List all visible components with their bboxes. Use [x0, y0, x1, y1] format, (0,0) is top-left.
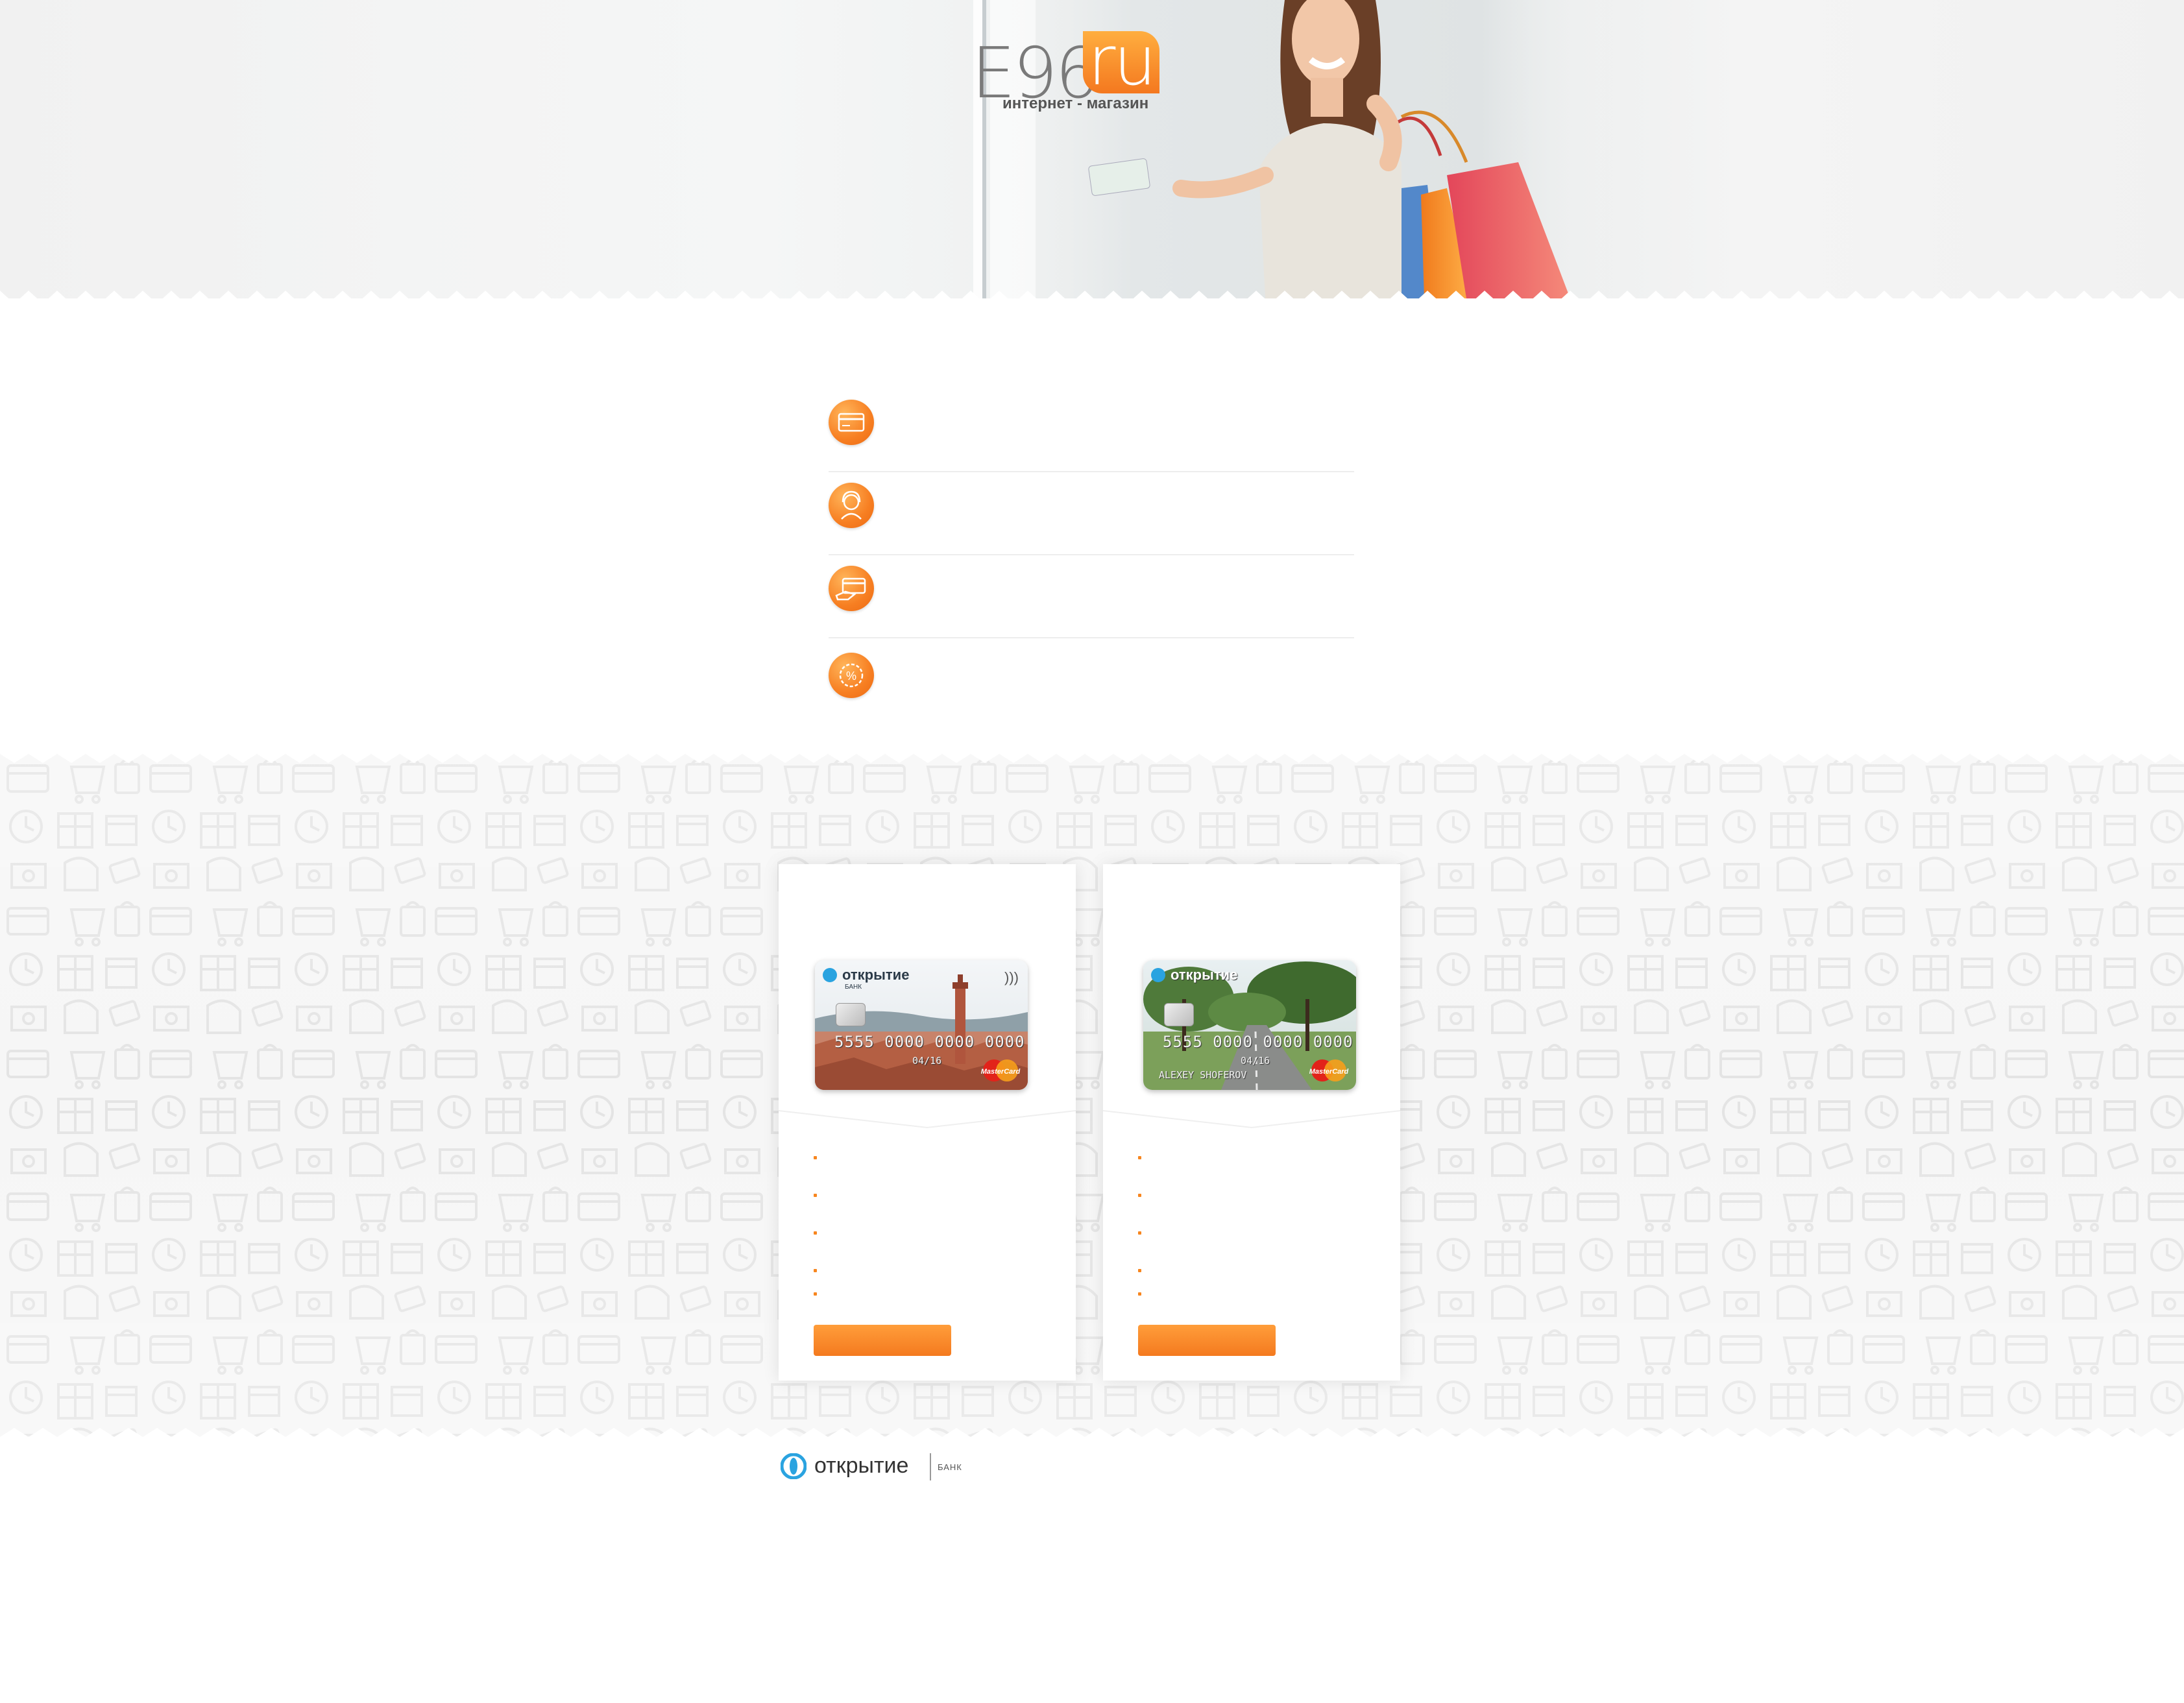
credit-card-icon — [829, 400, 874, 445]
card-benefits-list — [1138, 1143, 1372, 1305]
card-number: 5555 0000 0000 0000 — [1163, 1033, 1353, 1051]
list-item — [814, 1279, 1047, 1305]
list-item — [1138, 1279, 1372, 1305]
svg-text:MasterCard: MasterCard — [981, 1068, 1021, 1076]
list-item — [814, 1143, 1047, 1181]
list-item — [1138, 1256, 1372, 1279]
bullet-dot — [814, 1292, 817, 1296]
mastercard-logo-icon: MasterCard — [1309, 1059, 1349, 1081]
percent-badge-icon: % — [829, 653, 874, 698]
contactless-icon: ))) — [1004, 969, 1019, 985]
footer-bank-label: БАНК — [938, 1462, 962, 1472]
list-item — [814, 1181, 1047, 1218]
mastercard-logo-icon: MasterCard — [981, 1059, 1021, 1081]
list-item — [1138, 1218, 1372, 1256]
bullet-dot — [1138, 1156, 1141, 1159]
panel-divider — [779, 1110, 1076, 1129]
apply-card-button[interactable] — [1138, 1325, 1276, 1356]
card-expiry: 04/16 — [912, 1055, 942, 1067]
list-item — [814, 1218, 1047, 1256]
svg-text:%: % — [846, 670, 856, 682]
feature-item — [829, 555, 1354, 638]
bullet-dot — [814, 1156, 817, 1159]
bullet-dot — [1138, 1292, 1141, 1296]
bullet-dot — [814, 1269, 817, 1272]
bullet-dot — [1138, 1231, 1141, 1235]
hero-zigzag-edge — [0, 291, 2179, 298]
card-benefits-list — [814, 1143, 1047, 1305]
cards-section-background — [0, 754, 2184, 1437]
shopping-pattern-background — [0, 754, 2184, 1437]
card-offer-panel: открытие БАНК ))) 5555 0000 0000 0000 04… — [779, 864, 1076, 1381]
footer-logo-separator — [930, 1453, 931, 1480]
bullet-dot — [1138, 1269, 1141, 1272]
features-list: % — [829, 389, 1354, 721]
panel-divider — [1103, 1110, 1400, 1129]
feature-item: % — [829, 638, 1354, 721]
bank-card-image: открытие БАНК ))) 5555 0000 0000 0000 04… — [815, 960, 1028, 1090]
logo-tagline: интернет - магазин — [1002, 95, 1149, 112]
card-chip-icon — [1164, 1003, 1194, 1026]
list-item — [1138, 1143, 1372, 1181]
site-logo[interactable]: E96 ru интернет - магазин — [971, 27, 1159, 122]
card-offer-panel: открытие 5555 0000 0000 0000 04/16 ALEXE… — [1103, 864, 1400, 1381]
bullet-dot — [814, 1231, 817, 1235]
feature-item — [829, 389, 1354, 472]
footer-bank-logo[interactable]: открытие БАНК — [781, 1451, 975, 1480]
otkritie-logo-icon — [781, 1453, 807, 1479]
list-item — [814, 1256, 1047, 1279]
bullet-dot — [1138, 1194, 1141, 1197]
card-bank-brand: открытие — [1171, 967, 1238, 983]
logo-ru-badge: ru — [1083, 27, 1159, 95]
bank-logo-icon — [1151, 968, 1165, 982]
card-bank-brand: открытие — [842, 967, 910, 983]
feature-item — [829, 472, 1354, 555]
footer-bank-name: открытие — [814, 1453, 909, 1478]
card-bank-sub: БАНК — [845, 984, 862, 991]
apply-card-button[interactable] — [814, 1325, 951, 1356]
card-number: 5555 0000 0000 0000 — [834, 1033, 1025, 1051]
card-in-hand-icon — [829, 566, 874, 611]
svg-text:MasterCard: MasterCard — [1309, 1068, 1349, 1076]
card-chip-icon — [836, 1003, 866, 1026]
hero-banner: E96 ru интернет - магазин — [0, 0, 2184, 298]
support-agent-icon — [829, 483, 874, 528]
list-item — [1138, 1181, 1372, 1218]
card-expiry: 04/16 — [1241, 1055, 1270, 1067]
bullet-dot — [814, 1194, 817, 1197]
card-holder: ALEXEY SHOFEROV — [1159, 1069, 1247, 1081]
bank-logo-icon — [823, 968, 837, 982]
bank-card-image: открытие 5555 0000 0000 0000 04/16 ALEXE… — [1143, 960, 1356, 1090]
